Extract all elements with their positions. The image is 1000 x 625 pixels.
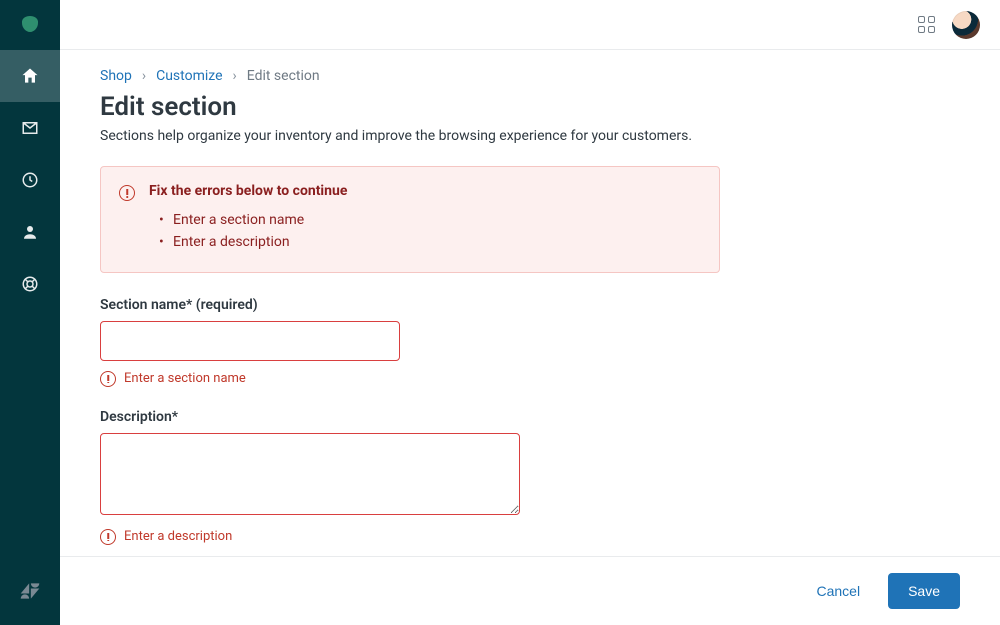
sidebar-item-mail[interactable]	[0, 102, 60, 154]
sidebar-bottom	[0, 571, 60, 625]
breadcrumb: Shop › Customize › Edit section	[100, 68, 960, 84]
sidebar-nav	[0, 50, 60, 310]
breadcrumb-current: Edit section	[247, 68, 320, 84]
description-error-text: Enter a description	[124, 529, 232, 544]
error-alert: Fix the errors below to continue Enter a…	[100, 166, 720, 273]
page-title: Edit section	[100, 92, 960, 122]
alert-body: Fix the errors below to continue Enter a…	[149, 183, 347, 254]
avatar[interactable]	[952, 11, 980, 39]
home-icon	[20, 66, 40, 86]
sidebar-item-user[interactable]	[0, 206, 60, 258]
chevron-right-icon: ›	[233, 68, 237, 84]
alert-icon	[100, 529, 116, 545]
description-error: Enter a description	[100, 529, 960, 545]
section-name-input[interactable]	[100, 321, 400, 361]
chevron-right-icon: ›	[142, 68, 146, 84]
user-icon	[21, 223, 39, 241]
app-logo	[0, 0, 60, 50]
main-column: Shop › Customize › Edit section Edit sec…	[60, 0, 1000, 625]
clock-icon	[21, 171, 39, 189]
save-button[interactable]: Save	[888, 573, 960, 609]
mail-icon	[21, 119, 39, 137]
description-input[interactable]	[100, 433, 520, 515]
sidebar-item-zendesk[interactable]	[0, 571, 60, 611]
alert-error-item: Enter a description	[159, 231, 347, 253]
section-name-label: Section name* (required)	[100, 297, 960, 313]
content-area: Shop › Customize › Edit section Edit sec…	[60, 50, 1000, 556]
sidebar-item-home[interactable]	[0, 50, 60, 102]
alert-title: Fix the errors below to continue	[149, 183, 347, 199]
lifebuoy-icon	[21, 275, 39, 293]
topbar	[60, 0, 1000, 50]
alert-icon	[100, 371, 116, 387]
page-subtitle: Sections help organize your inventory an…	[100, 128, 960, 144]
sidebar-item-help[interactable]	[0, 258, 60, 310]
breadcrumb-link-customize[interactable]: Customize	[156, 68, 222, 84]
app-switcher-icon[interactable]	[918, 16, 936, 34]
section-name-error-text: Enter a section name	[124, 371, 246, 386]
sidebar	[0, 0, 60, 625]
field-section-name: Section name* (required) Enter a section…	[100, 297, 960, 387]
footer-actions: Cancel Save	[60, 556, 1000, 625]
cancel-button[interactable]: Cancel	[812, 575, 864, 607]
alert-error-item: Enter a section name	[159, 209, 347, 231]
alert-icon	[119, 185, 135, 201]
sidebar-item-clock[interactable]	[0, 154, 60, 206]
description-label: Description*	[100, 409, 960, 425]
alert-error-list: Enter a section name Enter a description	[149, 209, 347, 254]
section-name-error: Enter a section name	[100, 371, 960, 387]
zendesk-icon	[19, 580, 41, 602]
brand-logo-icon	[18, 13, 42, 37]
breadcrumb-link-shop[interactable]: Shop	[100, 68, 132, 84]
field-description: Description* Enter a description	[100, 409, 960, 545]
